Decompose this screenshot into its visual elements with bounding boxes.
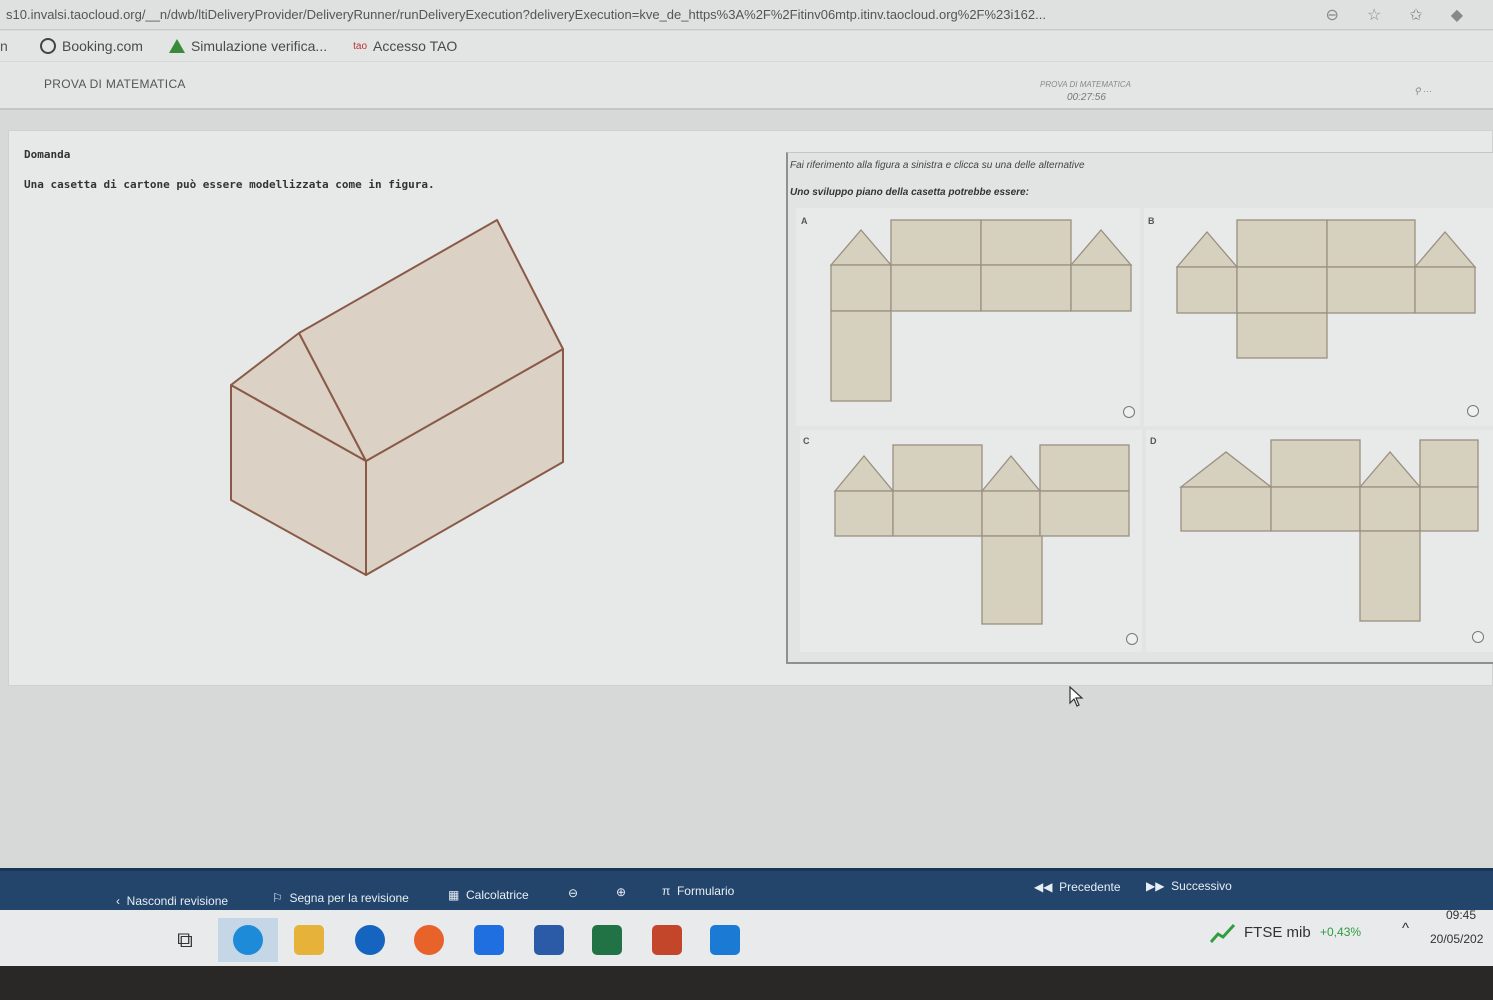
formulary-label: Formulario [676, 884, 735, 898]
bookmark-simulazione[interactable]: Simulazione verifica... [168, 38, 328, 54]
net-c [833, 444, 1130, 625]
hide-review-label: Nascondi revisione [126, 894, 229, 908]
option-a-radio[interactable] [1123, 406, 1135, 418]
firefox-icon[interactable] [414, 925, 444, 955]
question-text: Una casetta di cartone può essere modell… [24, 178, 435, 191]
store-icon[interactable] [710, 925, 740, 955]
edge-icon[interactable] [233, 925, 263, 955]
clock-time[interactable]: 09:45 [1446, 908, 1476, 922]
file-explorer-icon[interactable] [294, 925, 324, 955]
test-title: PROVA DI MATEMATICA [44, 77, 186, 91]
house-figure [230, 219, 564, 576]
monitor-bezel [0, 966, 1493, 1000]
calculator-icon: ▦ [448, 888, 460, 902]
tao-icon: tao [353, 40, 368, 52]
collections-icon[interactable]: ✩ [1409, 5, 1422, 25]
option-d-radio[interactable] [1472, 631, 1484, 643]
outlook-icon[interactable] [355, 925, 385, 955]
net-a [829, 219, 1133, 402]
previous-button[interactable]: ◀◀ Precedente [1034, 880, 1121, 894]
powerpoint-icon[interactable] [652, 925, 682, 955]
zoom-in-icon: ⊕ [616, 885, 627, 899]
option-letter: A [801, 216, 808, 226]
hide-review-button[interactable]: ‹ Nascondi revisione [116, 894, 228, 908]
calculator-button[interactable]: ▦ Calcolatrice [448, 888, 529, 902]
zoom-out-icon: ⊖ [568, 886, 579, 900]
option-letter: C [803, 436, 810, 446]
bookmark-accesso-tao[interactable]: tao Accesso TAO [353, 38, 457, 54]
excel-icon[interactable] [592, 925, 622, 955]
bookmark-overflow[interactable]: n [0, 38, 14, 54]
fast-forward-icon: ▶▶ [1146, 879, 1165, 893]
zoom-icon[interactable]: ⊖ [1326, 5, 1339, 25]
chevron-up-icon[interactable]: ^ [1402, 920, 1409, 937]
zoom-out-button[interactable]: ⊖ [568, 886, 578, 900]
question-label: Domanda [24, 148, 71, 161]
ticker-change: +0,43% [1320, 925, 1362, 939]
rewind-icon: ◀◀ [1034, 880, 1053, 894]
mark-review-label: Segna per la revisione [289, 891, 409, 905]
formulary-button[interactable]: π Formulario [662, 884, 734, 898]
net-d [1179, 439, 1479, 622]
user-icon[interactable]: ⚲ ··· [1414, 86, 1432, 97]
extension-icon[interactable]: ◆ [1451, 5, 1463, 25]
url-text[interactable]: s10.invalsi.taocloud.org/__n/dwb/ltiDeli… [6, 7, 1296, 22]
calculator-label: Calcolatrice [466, 888, 529, 902]
net-b [1175, 219, 1477, 359]
flag-icon: ⚐ [272, 891, 283, 905]
option-letter: D [1150, 436, 1157, 446]
prompt-text: Uno sviluppo piano della casetta potrebb… [790, 187, 1029, 198]
instruction-text: Fai riferimento alla figura a sinistra e… [790, 160, 1085, 171]
word-icon[interactable] [534, 925, 564, 955]
globe-icon [40, 38, 56, 54]
option-letter: B [1148, 216, 1155, 226]
bookmark-booking[interactable]: Booking.com [40, 38, 143, 54]
clock-date[interactable]: 20/05/202 [1430, 932, 1483, 946]
mouse-cursor-icon [1069, 686, 1084, 707]
mark-review-button[interactable]: ⚐ Segna per la revisione [272, 891, 409, 905]
zoom-in-button[interactable]: ⊕ [616, 885, 626, 899]
option-c-radio[interactable] [1126, 633, 1138, 645]
timer: 00:27:56 [1067, 92, 1106, 103]
chevron-left-icon: ‹ [116, 894, 120, 908]
previous-label: Precedente [1059, 880, 1121, 894]
timer-label: PROVA DI MATEMATICA [1040, 80, 1131, 89]
pi-icon: π [662, 884, 671, 898]
next-button[interactable]: ▶▶ Successivo [1146, 879, 1232, 893]
address-bar[interactable]: s10.invalsi.taocloud.org/__n/dwb/ltiDeli… [0, 0, 1493, 30]
bookmark-label: Booking.com [62, 38, 143, 54]
bookmark-label: Accesso TAO [373, 38, 458, 54]
test-header: PROVA DI MATEMATICA PROVA DI MATEMATICA … [0, 62, 1493, 110]
ticker-name[interactable]: FTSE mib [1244, 924, 1311, 941]
drive-icon [168, 39, 185, 53]
option-b-radio[interactable] [1467, 405, 1479, 417]
bookmarks-bar: n Booking.com Simulazione verifica... ta… [0, 31, 1493, 61]
stock-chart-icon [1209, 922, 1236, 944]
bookmark-label: Simulazione verifica... [190, 38, 328, 54]
task-view-icon[interactable]: ⧉ [170, 925, 200, 955]
next-label: Successivo [1171, 879, 1232, 893]
dropbox-icon[interactable] [474, 925, 504, 955]
favorite-star-icon[interactable]: ☆ [1367, 5, 1381, 25]
